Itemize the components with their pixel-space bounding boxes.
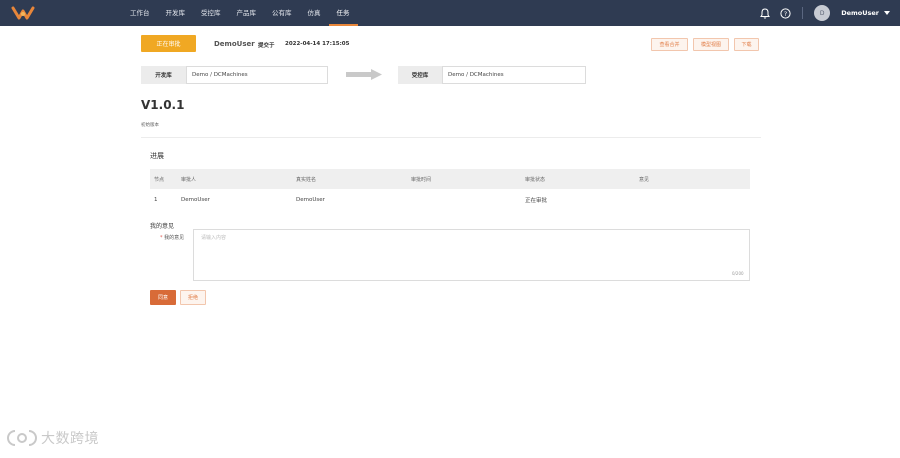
- submit-time: 2022-04-14 17:15:05: [285, 41, 350, 47]
- app-logo-icon[interactable]: [11, 5, 35, 21]
- version-description: 初始版本: [141, 123, 159, 128]
- arrow-right-icon: [346, 69, 382, 80]
- nav-item-tasks[interactable]: 任务: [328, 0, 358, 26]
- nav-item-dev-repo[interactable]: 开发库: [158, 0, 194, 26]
- column-header-approval-time: 审批时间: [407, 169, 521, 189]
- watermark-text: 大数跨境: [41, 431, 99, 447]
- cell-node: 1: [154, 196, 158, 203]
- character-counter: 0/200: [732, 271, 744, 276]
- avatar[interactable]: D: [814, 5, 831, 21]
- opinion-textarea[interactable]: [193, 229, 750, 281]
- nav-item-controlled-repo[interactable]: 受控库: [193, 0, 229, 26]
- column-header-approval-status: 审批状态: [521, 169, 635, 189]
- section-divider: [141, 137, 761, 138]
- svg-text:?: ?: [783, 9, 786, 17]
- nav-item-workbench[interactable]: 工作台: [122, 0, 158, 26]
- watermark-logo-icon: [7, 430, 37, 446]
- dev-repo-label: 开发库: [141, 66, 186, 84]
- bell-icon[interactable]: [759, 7, 771, 19]
- column-header-comment: 意见: [635, 169, 750, 189]
- submitter-name: DemoUser: [214, 40, 255, 48]
- top-nav-bar: 工作台 开发库 受控库 产品库 公有库 仿真 任务 ? D DemoUser: [0, 0, 900, 26]
- chevron-down-icon[interactable]: [884, 11, 890, 15]
- watermark: 大数跨境: [7, 428, 99, 448]
- controlled-repo-path: Demo / DCMachines: [442, 66, 586, 84]
- dev-repo-path: Demo / DCMachines: [186, 66, 328, 84]
- required-mark: *: [160, 235, 163, 241]
- approval-status-button[interactable]: 正在审批: [141, 35, 196, 52]
- table-row: 1 DemoUser DemoUser 正在审批: [150, 189, 750, 210]
- column-header-approver: 审批人: [177, 169, 292, 189]
- approval-progress-table: 节点 审批人 真实姓名 审批时间 审批状态 意见 1 DemoUser Demo…: [150, 169, 750, 210]
- opinion-label-text: 我的意见: [164, 235, 185, 241]
- help-icon[interactable]: ?: [779, 7, 791, 19]
- view-merge-button[interactable]: 查看合并: [651, 38, 688, 51]
- table-header-row: 节点 审批人 真实姓名 审批时间 审批状态 意见: [150, 169, 750, 189]
- main-nav: 工作台 开发库 受控库 产品库 公有库 仿真 任务: [122, 0, 358, 26]
- cell-comment: [635, 189, 750, 210]
- column-header-real-name: 真实姓名: [292, 169, 407, 189]
- opinion-title: 我的意见: [150, 223, 175, 230]
- opinion-field-label: * 我的意见: [160, 234, 184, 241]
- version-title: V1.0.1: [141, 98, 185, 112]
- nav-item-public-repo[interactable]: 公有库: [264, 0, 300, 26]
- cell-approval-status: 正在审批: [525, 197, 548, 204]
- cell-approver: DemoUser: [181, 196, 210, 203]
- toolbar-divider: [802, 7, 804, 19]
- reject-button[interactable]: 拒绝: [180, 290, 206, 305]
- controlled-repo-label: 受控库: [398, 66, 442, 84]
- download-button[interactable]: 下载: [734, 38, 759, 51]
- username[interactable]: DemoUser: [841, 9, 879, 17]
- progress-title: 进展: [150, 152, 164, 160]
- nav-item-simulation[interactable]: 仿真: [300, 0, 329, 26]
- column-header-node: 节点: [150, 169, 177, 189]
- cell-approval-time: [407, 189, 521, 210]
- model-view-button[interactable]: 模型视图: [693, 38, 729, 51]
- submitted-at-label: 提交于: [258, 43, 275, 49]
- approve-button[interactable]: 同意: [150, 290, 176, 305]
- nav-item-product-repo[interactable]: 产品库: [229, 0, 265, 26]
- top-right-tools: ? D DemoUser: [751, 0, 890, 26]
- cell-real-name: DemoUser: [296, 196, 325, 203]
